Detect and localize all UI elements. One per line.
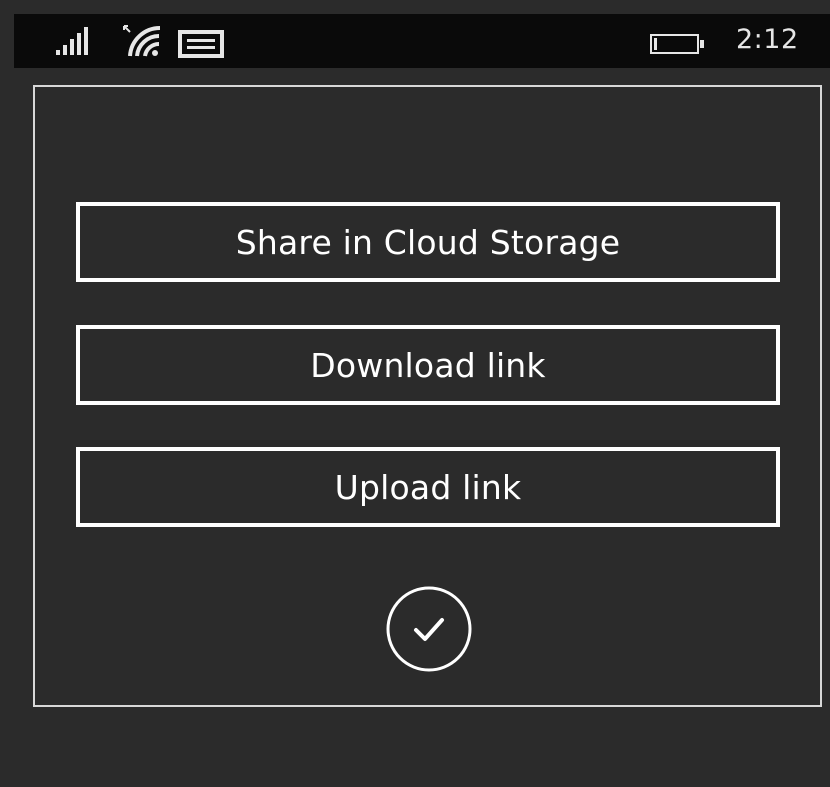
message-icon [178,30,224,58]
share-in-cloud-storage-button[interactable]: Share in Cloud Storage [76,202,780,282]
share-in-cloud-storage-label: Share in Cloud Storage [235,222,621,262]
battery-icon [650,34,704,54]
wifi-icon [123,25,161,57]
share-options-dialog: Share in Cloud Storage Download link Upl… [33,85,822,707]
checkmark-circle-icon[interactable] [385,585,473,673]
upload-link-label: Upload link [334,467,522,507]
phone-screen: 2:12 Share in Cloud Storage Download lin… [14,14,830,787]
download-link-label: Download link [310,345,546,385]
download-link-button[interactable]: Download link [76,325,780,405]
clock: 2:12 [736,24,799,55]
signal-strength-icon [56,27,88,55]
upload-link-button[interactable]: Upload link [76,447,780,527]
status-bar: 2:12 [14,14,830,68]
